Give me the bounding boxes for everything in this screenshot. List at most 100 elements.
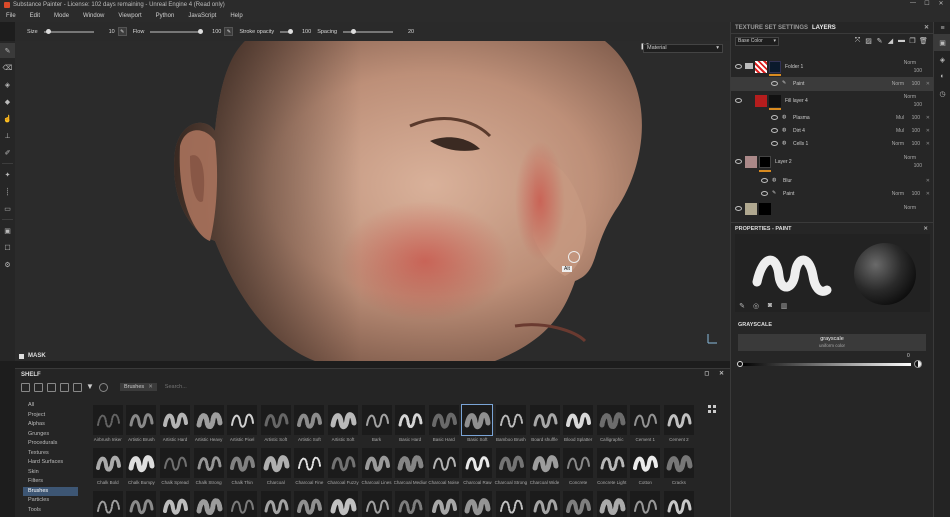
brush-thumbnail[interactable] — [327, 491, 358, 517]
brush-thumbnail[interactable] — [428, 491, 459, 517]
layer-blend-mode[interactable]: Mul — [896, 115, 904, 121]
layer-name[interactable]: Paint — [783, 191, 794, 197]
brush-thumbnail[interactable] — [630, 491, 661, 517]
layer-thumbnail[interactable] — [745, 156, 757, 168]
clear-filter-icon[interactable] — [99, 382, 108, 392]
menu-javascript[interactable]: JavaScript — [188, 13, 216, 19]
panel-close-icon[interactable]: ✕ — [924, 24, 929, 31]
brush-item[interactable]: Dirt Splash — [293, 491, 327, 517]
alpha-icon[interactable]: ◙ — [763, 302, 777, 311]
brush-thumbnail[interactable] — [563, 491, 594, 517]
filter-chip-remove-icon[interactable]: ✕ — [148, 384, 153, 390]
close-button[interactable]: ✕ — [934, 0, 948, 7]
visibility-eye-icon[interactable] — [735, 98, 742, 103]
brush-item[interactable]: Artistic Hard — [158, 405, 192, 448]
visibility-eye-icon[interactable] — [761, 178, 768, 183]
layer-opacity[interactable]: 100 — [912, 115, 920, 121]
stencil-icon[interactable]: ▥ — [777, 302, 791, 311]
brush-thumbnail[interactable] — [327, 405, 358, 435]
brush-item[interactable]: Dirt Spots — [326, 491, 360, 517]
brush-item[interactable]: Charcoal Medium — [393, 448, 427, 491]
brush-thumbnail[interactable] — [529, 448, 560, 478]
visibility-eye-icon[interactable] — [771, 141, 778, 146]
brush-thumbnail[interactable] — [193, 491, 224, 517]
layer-opacity[interactable]: 100 — [912, 141, 920, 147]
brush-thumbnail[interactable] — [227, 491, 258, 517]
remove-effect-icon[interactable]: ✕ — [926, 191, 930, 197]
color-picker-circle-icon[interactable] — [914, 360, 922, 368]
ruler-icon[interactable]: ┊ — [0, 184, 15, 199]
brush-item[interactable]: Artistic Soft — [326, 405, 360, 448]
brush-item[interactable]: Felt Tip Wide — [595, 491, 629, 517]
mask-checkbox[interactable] — [19, 353, 24, 359]
tab-texture-set-settings[interactable]: TEXTURE SET SETTINGS — [735, 25, 808, 31]
minimize-button[interactable]: — — [906, 0, 920, 7]
category-project[interactable]: Project — [23, 411, 78, 421]
layer-name[interactable]: Fill layer 4 — [785, 98, 808, 104]
import-icon[interactable] — [34, 382, 43, 392]
brush-item[interactable]: Concrete — [561, 448, 595, 491]
brush-thumbnail[interactable] — [461, 404, 494, 436]
menu-window[interactable]: Window — [83, 13, 104, 19]
color-picker-icon[interactable]: ✐ — [0, 145, 15, 160]
shelf-search-input[interactable] — [164, 384, 305, 390]
brush-item[interactable]: Dirt Brushed — [259, 491, 293, 517]
category-alphas[interactable]: Alphas — [23, 420, 78, 430]
brush-item[interactable]: Charcoal Wide — [528, 448, 562, 491]
menu-mode[interactable]: Mode — [54, 13, 69, 19]
visibility-eye-icon[interactable] — [735, 159, 742, 164]
brush-item[interactable]: Charcoal Lines — [360, 448, 394, 491]
flow-slider[interactable] — [150, 28, 203, 34]
layer-blend-mode[interactable]: Norm — [904, 155, 916, 161]
brush-item[interactable]: Felt Tip Small — [561, 491, 595, 517]
visibility-eye-icon[interactable] — [761, 191, 768, 196]
layer-row[interactable]: Norm — [731, 201, 934, 217]
grayscale-slot[interactable]: grayscale uniform color — [738, 334, 926, 351]
brush-item[interactable]: Basic Hard — [393, 405, 427, 448]
category-procedurals[interactable]: Procedurals — [23, 439, 78, 449]
brush-item[interactable]: Charcoal Raw — [461, 448, 495, 491]
brush-thumbnail[interactable] — [92, 448, 123, 478]
visibility-eye-icon[interactable] — [771, 128, 778, 133]
category-tools[interactable]: Tools — [23, 506, 78, 516]
brush-item[interactable]: Charcoal Fine — [293, 448, 327, 491]
brush-item[interactable]: Artistic Soft — [293, 405, 327, 448]
brush-item[interactable]: Dots — [393, 491, 427, 517]
layer-blend-mode[interactable]: Mul — [896, 128, 904, 134]
brush-thumbnail[interactable] — [663, 491, 694, 517]
smudge-icon[interactable]: ☝ — [0, 111, 15, 126]
brush-item[interactable]: Charcoal Noise — [427, 448, 461, 491]
brush-item[interactable]: Chalk Spread — [158, 448, 192, 491]
projection-icon[interactable]: ◈ — [0, 77, 15, 92]
brush-thumbnail[interactable] — [294, 405, 325, 435]
brush-item[interactable]: Chalk Bumpy — [125, 448, 159, 491]
brush-thumbnail[interactable] — [495, 448, 526, 478]
add-effect-icon[interactable]: ⤧ — [852, 37, 863, 45]
brush-item[interactable]: Bamboo Brush — [494, 405, 528, 448]
layer-name[interactable]: Cells 1 — [793, 141, 808, 147]
brush-item[interactable]: Board shuffle — [528, 405, 562, 448]
menu-edit[interactable]: Edit — [30, 13, 40, 19]
brush-thumbnail[interactable] — [495, 405, 526, 435]
layer-opacity[interactable]: 100 — [914, 68, 922, 74]
screenshot-icon[interactable]: ▣ — [0, 223, 15, 238]
brush-thumbnail[interactable] — [361, 448, 392, 478]
brush-thumbnail[interactable] — [563, 405, 594, 435]
layer-row[interactable]: Folder 1 Norm 100 — [731, 58, 934, 76]
brush-thumbnail[interactable] — [395, 491, 426, 517]
brush-item[interactable]: Dirt 3 — [225, 491, 259, 517]
render-icon[interactable]: ☐ — [0, 240, 15, 255]
stroke-opacity-slider[interactable] — [280, 28, 293, 34]
brush-thumbnail[interactable] — [159, 448, 190, 478]
add-paint-layer-icon[interactable]: ✎ — [874, 37, 885, 45]
panel-menu-icon[interactable]: ≡ — [934, 22, 950, 34]
duplicate-layer-icon[interactable]: ❐ — [907, 37, 918, 45]
brush-item[interactable]: Concrete Light — [595, 448, 629, 491]
brush-thumbnail[interactable] — [361, 491, 392, 517]
new-tab-icon[interactable] — [21, 382, 30, 392]
layer-mask-thumbnail[interactable] — [755, 61, 767, 73]
category-brushes[interactable]: Brushes — [23, 486, 78, 496]
stroke-opacity-knob[interactable] — [287, 28, 293, 34]
brush-item[interactable]: Cracks — [662, 448, 696, 491]
brush-item[interactable]: Dark Hatcher — [125, 491, 159, 517]
